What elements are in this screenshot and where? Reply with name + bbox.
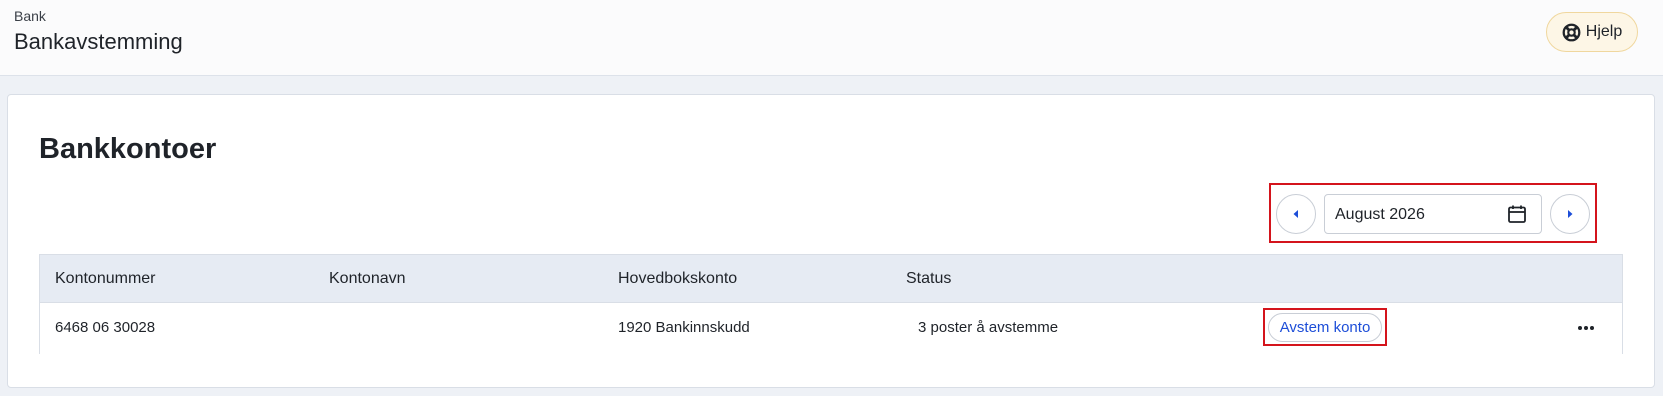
breadcrumb[interactable]: Bank — [14, 8, 46, 24]
cell-status: 3 poster å avstemme — [918, 319, 1059, 336]
help-button[interactable]: Hjelp — [1546, 12, 1638, 52]
month-value: August 2026 — [1335, 206, 1425, 223]
reconcile-highlight: Avstem konto — [1263, 308, 1387, 346]
column-header-kontonavn: Kontonavn — [329, 270, 406, 287]
table-row: 6468 06 30028 1920 Bankinnskudd 3 poster… — [40, 303, 1622, 354]
next-month-button[interactable] — [1550, 194, 1590, 234]
page-title: Bankavstemming — [14, 29, 183, 54]
bank-accounts-card: Bankkontoer August 2026 Kontonummer Kont… — [7, 94, 1655, 388]
column-header-kontonummer: Kontonummer — [55, 270, 156, 287]
reconcile-account-button[interactable]: Avstem konto — [1268, 313, 1382, 342]
cell-kontonummer: 6468 06 30028 — [55, 319, 156, 336]
bank-accounts-table: Kontonummer Kontonavn Hovedbokskonto Sta… — [39, 254, 1623, 354]
month-picker-input[interactable]: August 2026 — [1324, 194, 1542, 234]
column-header-status: Status — [906, 270, 952, 287]
lifebuoy-icon — [1562, 23, 1581, 42]
caret-left-icon — [1293, 210, 1298, 218]
previous-month-button[interactable] — [1276, 194, 1316, 234]
cell-hovedbokskonto: 1920 Bankinnskudd — [618, 319, 750, 336]
table-header: Kontonummer Kontonavn Hovedbokskonto Sta… — [40, 255, 1622, 303]
period-selector: August 2026 — [1269, 183, 1597, 243]
caret-right-icon — [1568, 210, 1573, 218]
help-label: Hjelp — [1585, 23, 1623, 40]
calendar-icon[interactable] — [1507, 204, 1527, 224]
section-title: Bankkontoer — [39, 133, 217, 165]
page-header: Bank Bankavstemming Hjelp — [0, 0, 1663, 76]
column-header-hovedbokskonto: Hovedbokskonto — [618, 270, 738, 287]
more-horizontal-icon[interactable] — [1574, 317, 1598, 339]
